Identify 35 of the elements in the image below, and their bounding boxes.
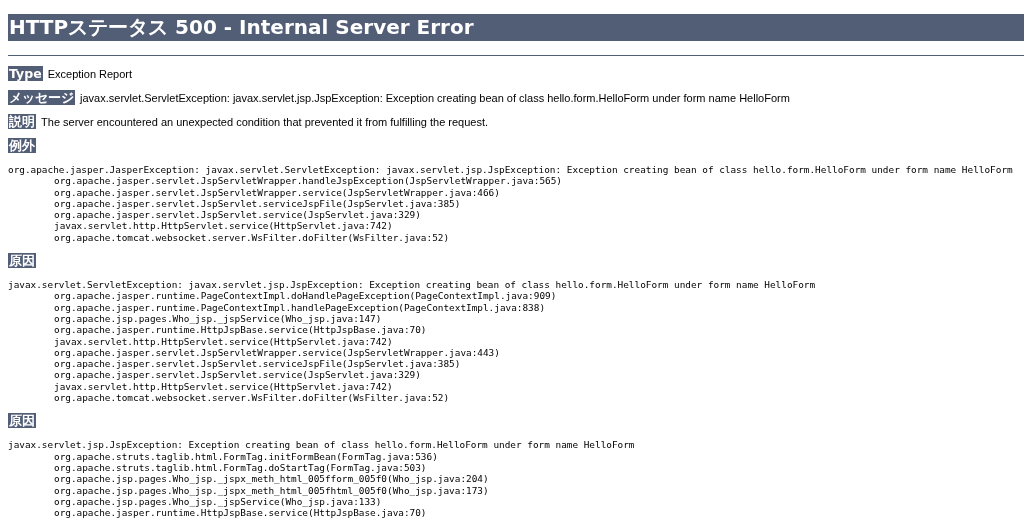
stack-frame: org.apache.struts.taglib.html.FormTag.doStartTag(FormTag.java:503) — [54, 461, 427, 474]
stack-frame: org.apache.jsp.pages.Who_jsp._jspService(Who_jsp.java:133) — [54, 495, 382, 508]
stack-frame: javax.servlet.http.HttpServlet.service(HttpServlet.java:742) — [54, 380, 393, 393]
stack-frame: org.apache.jasper.runtime.PageContextImpl.handlePageException(PageContextImpl.java:838) — [54, 301, 546, 313]
stack-frame: org.apache.jasper.servlet.JspServlet.service(JspServlet.java:329) — [54, 209, 421, 221]
field-text: javax.servlet.ServletException: javax.servlet.jsp.JspException: Exception creating bean of class hello.form.HelloForm under form name HelloForm — [80, 92, 790, 104]
field-text: Exception Report — [47, 68, 133, 80]
stack-frame: org.apache.jasper.servlet.JspServlet.serviceJspFile(JspServlet.java:385) — [54, 358, 461, 370]
stack-frame: org.apache.jasper.servlet.JspServletWrapper.service(JspServletWrapper.java:443) — [54, 346, 500, 359]
stack-frame: org.apache.jasper.runtime.HttpJspBase.service(HttpJspBase.java:70) — [54, 324, 427, 336]
stack-frame: org.apache.jsp.pages.Who_jsp._jspx_meth_html_005fhtml_005f0(Who_jsp.java:173) — [54, 484, 489, 496]
exception-line: org.apache.jasper.JasperException: javax.servlet.ServletException: javax.servlet.jsp.JspException: Exception creating bean of class hello.form.HelloForm under form name HelloForm — [8, 164, 1013, 176]
field-label: メッセージ — [8, 90, 75, 105]
section-label: 原因 — [8, 413, 36, 429]
exception-line: javax.servlet.ServletException: javax.servlet.jsp.JspException: Exception creating bean of class hello.form.HelloForm under form name HelloForm — [8, 279, 816, 291]
field-label: Type — [8, 66, 43, 81]
stack-frame: org.apache.jasper.runtime.PageContextImpl.doHandlePageException(PageContextImpl.java:909) — [54, 290, 557, 302]
stack-frame: org.apache.jsp.pages.Who_jsp._jspService(Who_jsp.java:147) — [54, 312, 382, 325]
stack-frame: javax.servlet.http.HttpServlet.service(HttpServlet.java:742) — [54, 220, 393, 232]
stack-frame: org.apache.tomcat.websocket.server.WsFilter.doFilter(WsFilter.java:52) — [54, 231, 450, 244]
section-label: 原因 — [8, 253, 36, 269]
stack-frame: org.apache.jasper.servlet.JspServletWrapper.handleJspException(JspServletWrapper.java:565) — [54, 175, 562, 187]
field-label: 説明 — [8, 114, 36, 129]
page-title: HTTPステータス 500 - Internal Server Error — [8, 14, 1024, 41]
stack-frame: org.apache.jasper.servlet.JspServlet.service(JspServlet.java:329) — [54, 369, 421, 381]
stack-frame: org.apache.jasper.runtime.HttpJspBase.service(HttpJspBase.java:70) — [54, 507, 427, 519]
stack-frame: org.apache.jasper.servlet.JspServlet.serviceJspFile(JspServlet.java:385) — [54, 197, 461, 210]
stack-frame: org.apache.jasper.servlet.JspServletWrapper.service(JspServletWrapper.java:466) — [54, 186, 500, 198]
stack-frame: org.apache.jsp.pages.Who_jsp._jspx_meth_html_005fform_005f0(Who_jsp.java:204) — [54, 473, 489, 485]
exception-line: javax.servlet.jsp.JspException: Exception creating bean of class hello.form.HelloForm under form name HelloForm — [8, 439, 635, 451]
stack-frame: org.apache.struts.taglib.html.FormTag.initFormBean(FormTag.java:536) — [54, 450, 438, 462]
stack-frame: org.apache.tomcat.websocket.server.WsFilter.doFilter(WsFilter.java:52) — [54, 392, 450, 404]
section-label: 例外 — [8, 138, 36, 153]
stack-frame: javax.servlet.http.HttpServlet.service(HttpServlet.java:742) — [54, 335, 393, 347]
field-text: The server encountered an unexpected condition that prevented it from fulfilling the request. — [41, 116, 489, 128]
